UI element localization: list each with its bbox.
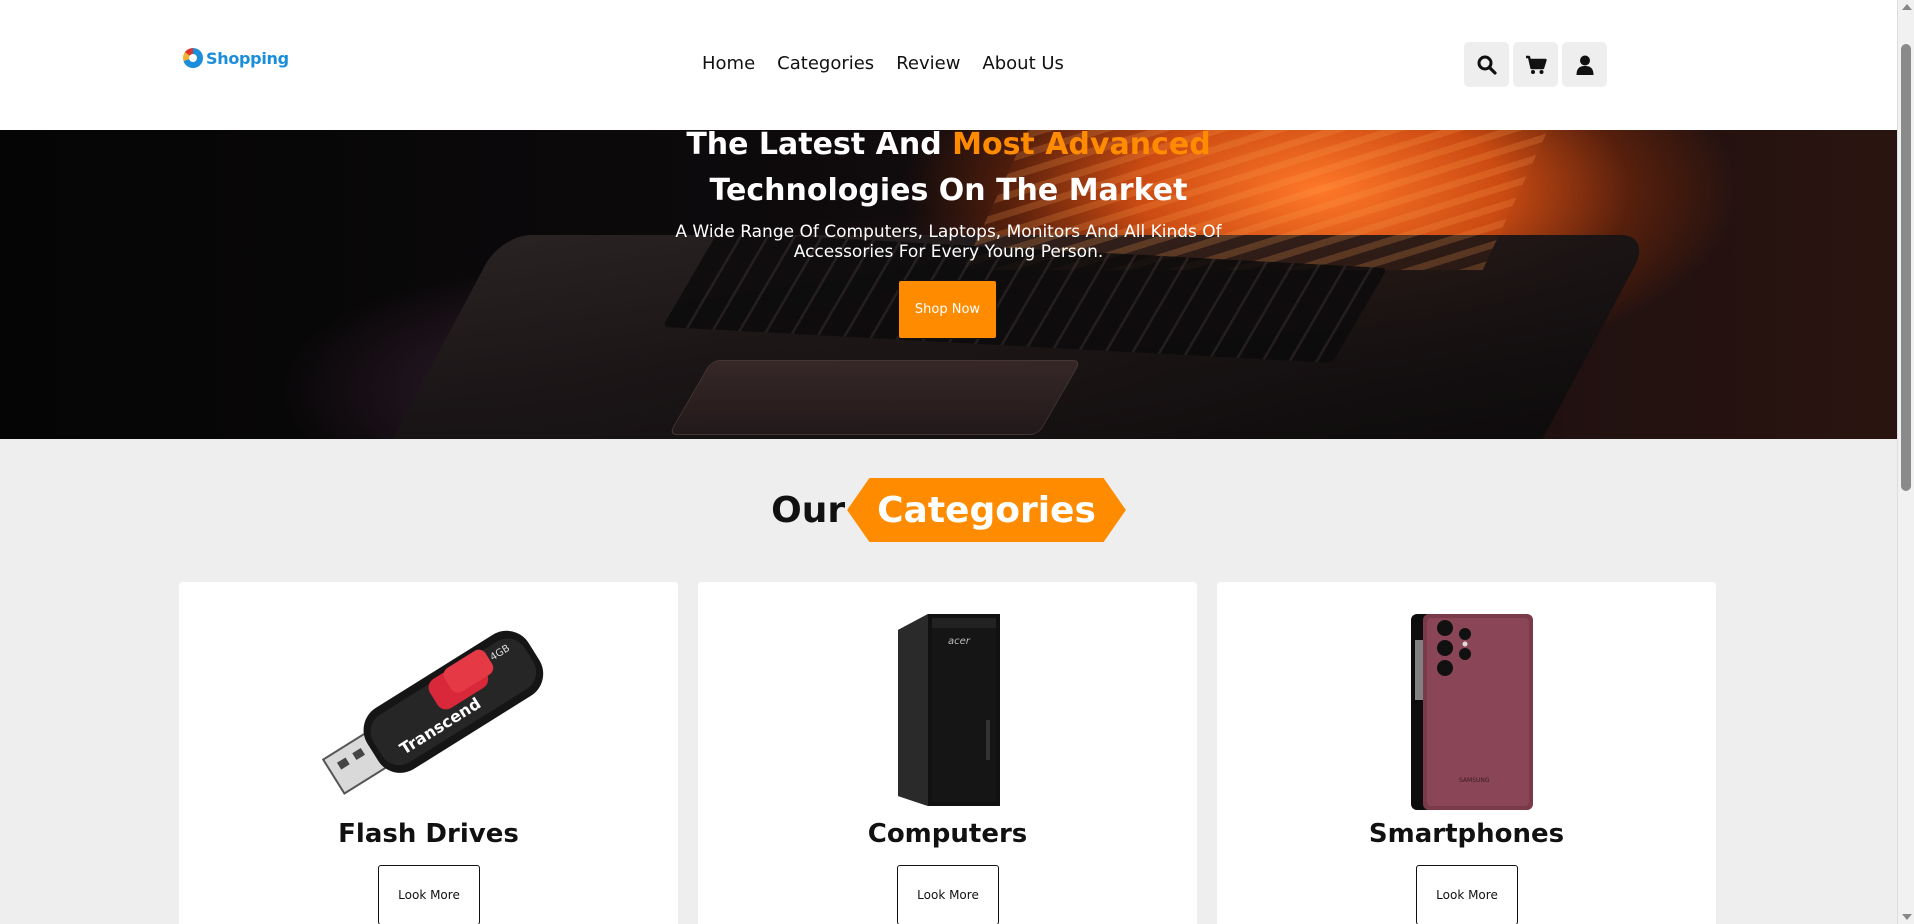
- hero-title-line1: The Latest And Most Advanced: [0, 130, 1897, 168]
- logo[interactable]: Shopping: [183, 48, 289, 68]
- categories-heading-prefix: Our: [771, 489, 846, 531]
- scrollbar-thumb[interactable]: [1901, 44, 1911, 491]
- nav-about-us[interactable]: About Us: [982, 53, 1064, 74]
- logo-text: Shopping: [206, 48, 289, 68]
- nav-home[interactable]: Home: [702, 53, 755, 74]
- site-header: Shopping Home Categories Review About Us: [0, 0, 1897, 130]
- hero-laptop-trackpad: [668, 360, 1082, 435]
- main-nav: Home Categories Review About Us: [702, 53, 1064, 74]
- categories-heading-badge: Categories: [847, 478, 1126, 542]
- category-card-flash-drives: Transcend 4GB Flash Drives Look More: [179, 582, 678, 924]
- computer-brand-label: acer: [948, 636, 971, 647]
- hero-title-accent: Most Advanced: [952, 130, 1211, 162]
- cart-icon: [1525, 55, 1547, 74]
- category-name: Flash Drives: [338, 819, 519, 849]
- nav-review[interactable]: Review: [896, 53, 960, 74]
- search-button[interactable]: [1464, 42, 1509, 87]
- hero-title-text: The Latest And: [686, 130, 953, 162]
- shop-now-button[interactable]: Shop Now: [898, 280, 997, 339]
- smartphone-image: SAMSUNG: [1217, 610, 1716, 810]
- smartphone-brand-label: SAMSUNG: [1459, 777, 1490, 784]
- user-icon: [1576, 55, 1593, 75]
- header-actions: [1464, 42, 1607, 87]
- categories-heading: Our Categories: [0, 478, 1897, 542]
- nav-categories[interactable]: Categories: [777, 53, 874, 74]
- look-more-button[interactable]: Look More: [897, 865, 999, 924]
- hero-subtitle-line1: A Wide Range Of Computers, Laptops, Moni…: [675, 222, 1222, 242]
- category-card-smartphones: SAMSUNG Smartphones Look More: [1217, 582, 1716, 924]
- page-scrollbar[interactable]: [1897, 0, 1914, 924]
- hero-subtitle-line2: Accessories For Every Young Person.: [793, 242, 1104, 262]
- scroll-down-arrow-icon[interactable]: [1902, 914, 1912, 920]
- search-icon: [1477, 55, 1497, 75]
- account-button[interactable]: [1562, 42, 1607, 87]
- hero-banner: The Latest And Most Advanced Technologie…: [0, 130, 1897, 439]
- category-name: Smartphones: [1368, 819, 1565, 849]
- look-more-button[interactable]: Look More: [378, 865, 480, 924]
- hero-subtitle: A Wide Range Of Computers, Laptops, Moni…: [0, 222, 1897, 262]
- logo-icon: [183, 48, 203, 68]
- cart-button[interactable]: [1513, 42, 1558, 87]
- scroll-up-arrow-icon[interactable]: [1902, 4, 1912, 10]
- category-card-computers: acer Computers Look More: [698, 582, 1197, 924]
- flash-drive-image: Transcend 4GB: [179, 610, 678, 810]
- category-name: Computers: [867, 819, 1028, 849]
- look-more-button[interactable]: Look More: [1416, 865, 1518, 924]
- hero-title-line2: Technologies On The Market: [709, 173, 1188, 208]
- computer-tower-image: acer: [698, 610, 1197, 810]
